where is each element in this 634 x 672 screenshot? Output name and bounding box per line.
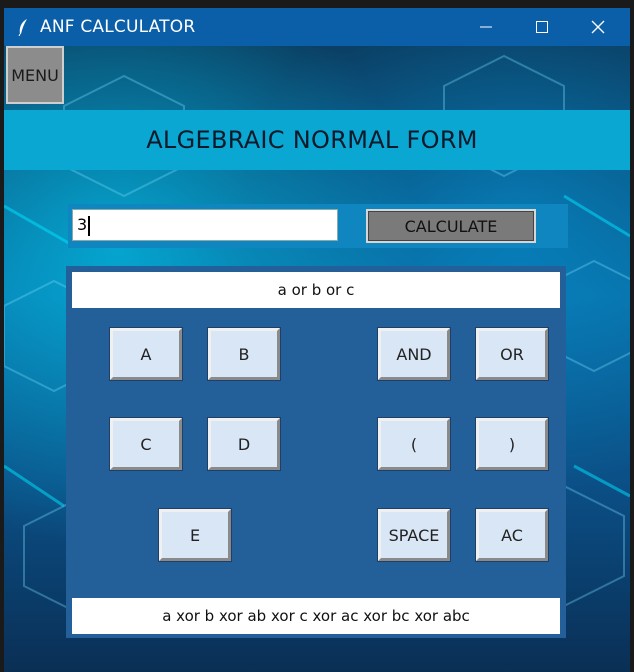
key-space-button[interactable]: SPACE <box>377 508 451 562</box>
key-right-paren-button[interactable]: ) <box>475 417 549 471</box>
maximize-icon <box>536 21 548 33</box>
app-window: ANF CALCULATOR MENU ALGEBRAIC NORMAL FOR… <box>4 8 630 672</box>
result-display: a xor b xor ab xor c xor ac xor bc xor a… <box>72 598 560 634</box>
keypad-panel: a or b or c A B AND OR C D ( ) E SPACE A… <box>66 266 566 638</box>
window-title: ANF CALCULATOR <box>40 17 196 37</box>
minimize-button[interactable] <box>458 8 514 46</box>
title-bar[interactable]: ANF CALCULATOR <box>4 8 630 46</box>
feather-icon <box>18 19 27 36</box>
close-icon <box>591 20 605 34</box>
close-button[interactable] <box>570 8 626 46</box>
header-banner: ALGEBRAIC NORMAL FORM <box>4 110 630 170</box>
maximize-button[interactable] <box>514 8 570 46</box>
key-e-button[interactable]: E <box>158 508 232 562</box>
input-bar: 3 CALCULATE <box>68 204 568 248</box>
key-b-button[interactable]: B <box>207 327 281 381</box>
minimize-icon <box>480 26 492 28</box>
key-d-button[interactable]: D <box>207 417 281 471</box>
key-left-paren-button[interactable]: ( <box>377 417 451 471</box>
expression-input-value: 3 <box>77 215 88 234</box>
text-caret <box>88 215 91 236</box>
key-and-button[interactable]: AND <box>377 327 451 381</box>
expression-display: a or b or c <box>72 272 560 308</box>
menu-button[interactable]: MENU <box>6 46 64 104</box>
key-or-button[interactable]: OR <box>475 327 549 381</box>
page-title: ALGEBRAIC NORMAL FORM <box>146 126 478 154</box>
key-c-button[interactable]: C <box>109 417 183 471</box>
key-a-button[interactable]: A <box>109 327 183 381</box>
calculate-button[interactable]: CALCULATE <box>366 209 536 243</box>
expression-input[interactable]: 3 <box>72 209 338 241</box>
key-ac-button[interactable]: AC <box>475 508 549 562</box>
